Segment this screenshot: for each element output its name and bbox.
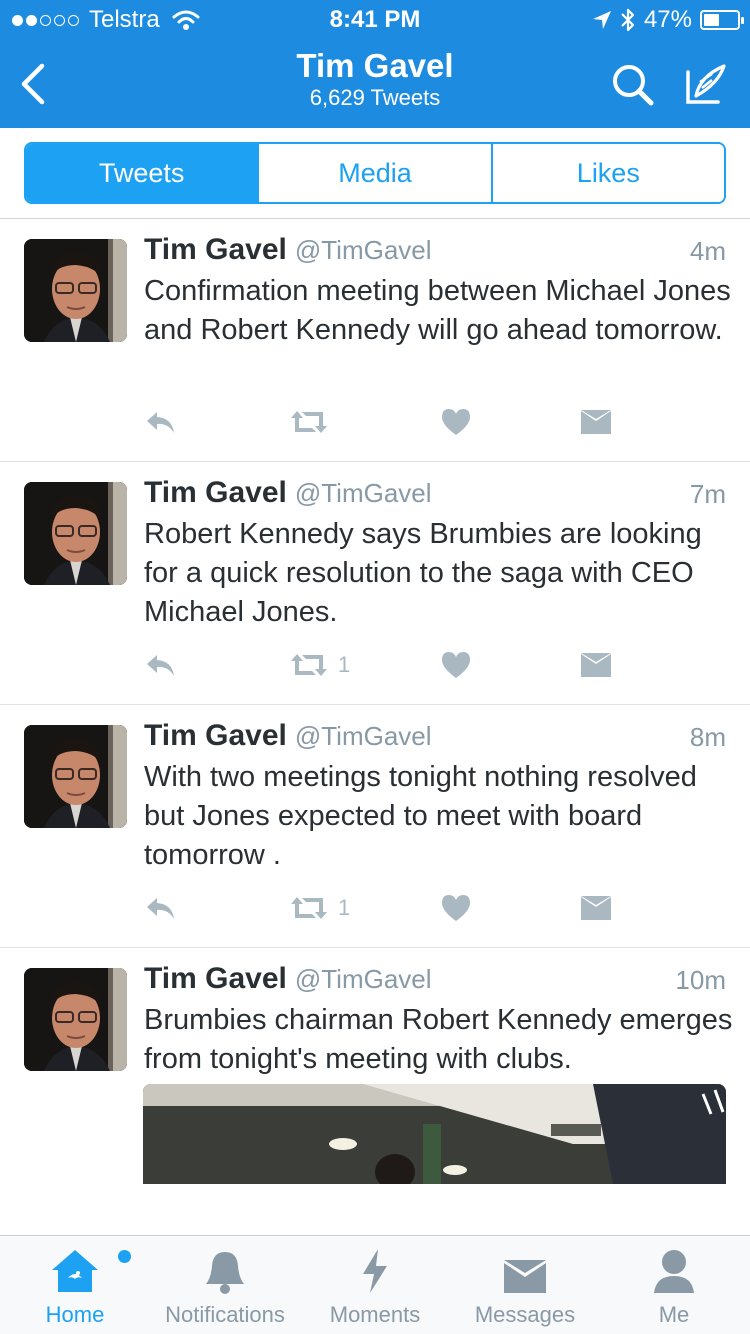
retweet-button[interactable]: 1: [288, 891, 350, 925]
retweet-icon: [291, 654, 327, 676]
tweet-header: Tim Gavel @TimGavel 4m: [144, 233, 726, 273]
avatar[interactable]: [24, 725, 127, 828]
tab-tweets[interactable]: Tweets: [26, 144, 258, 202]
lightning-icon: [363, 1249, 387, 1293]
tweet[interactable]: Tim Gavel @TimGavel 8m With two meetings …: [0, 705, 750, 948]
retweet-icon: [291, 411, 327, 433]
reply-button[interactable]: [144, 405, 176, 439]
heart-icon: [442, 652, 470, 678]
tweet-author-name[interactable]: Tim Gavel: [144, 476, 287, 509]
tweet-author-handle[interactable]: @TimGavel: [295, 478, 432, 508]
battery-icon: [700, 10, 744, 30]
battery-percent: 47%: [643, 6, 692, 33]
tweet-header: Tim Gavel @TimGavel 7m: [144, 476, 726, 516]
tweet[interactable]: Tim Gavel @TimGavel 10m Brumbies chairman…: [0, 948, 750, 1235]
tab-moments-label: Moments: [329, 1302, 421, 1327]
tab-messages-label: Messages: [474, 1302, 576, 1327]
direct-message-button[interactable]: [580, 891, 612, 925]
reply-button[interactable]: [144, 891, 176, 925]
retweet-icon: [291, 897, 327, 919]
tweet[interactable]: Tim Gavel @TimGavel 4m Confirmation meeti…: [0, 219, 750, 462]
tweet-author-handle[interactable]: @TimGavel: [295, 721, 432, 751]
tab-notifications[interactable]: Notifications: [152, 1236, 298, 1334]
profile-tabs: Tweets Media Likes: [24, 142, 726, 204]
tweet-author-name[interactable]: Tim Gavel: [144, 233, 287, 266]
avatar[interactable]: [24, 482, 127, 585]
status-bar: Telstra 8:41 PM 47%: [0, 0, 750, 40]
tweet-timestamp: 10m: [675, 965, 726, 995]
tweet-header: Tim Gavel @TimGavel 8m: [144, 719, 726, 759]
tweet-timeline[interactable]: Tim Gavel @TimGavel 4m Confirmation meeti…: [0, 219, 750, 1235]
new-content-indicator: [118, 1250, 131, 1263]
tweet-actions: 1: [144, 891, 624, 931]
header: Telstra 8:41 PM 47% Tim Gavel 6,629 Twee…: [0, 0, 750, 128]
tweet-actions: [144, 405, 624, 445]
bluetooth-icon: [621, 8, 635, 32]
tab-home[interactable]: Home: [22, 1236, 131, 1334]
tweet[interactable]: Tim Gavel @TimGavel 7m Robert Kennedy say…: [0, 462, 750, 705]
person-icon: [654, 1250, 694, 1293]
tab-me-label: Me: [658, 1302, 690, 1327]
tweet-timestamp: 8m: [689, 722, 726, 752]
direct-message-button[interactable]: [580, 405, 612, 439]
like-button[interactable]: [441, 891, 471, 925]
reply-icon: [147, 898, 174, 919]
tweet-timestamp: 4m: [689, 236, 726, 266]
tweet-author-handle[interactable]: @TimGavel: [295, 235, 432, 265]
tweet-author-name[interactable]: Tim Gavel: [144, 719, 287, 752]
tweet-text: Brumbies chairman Robert Kennedy emerges…: [144, 1004, 733, 1075]
tab-likes[interactable]: Likes: [490, 144, 724, 202]
tweet-photo[interactable]: [143, 1084, 726, 1184]
heart-icon: [442, 895, 470, 921]
tweet-actions: 1: [144, 648, 624, 688]
like-button[interactable]: [441, 405, 471, 439]
envelope-icon: [581, 653, 611, 677]
retweet-count: 1: [338, 652, 351, 677]
reply-button[interactable]: [144, 648, 176, 682]
location-arrow-icon: [592, 11, 611, 29]
tweet-text: Robert Kennedy says Brumbies are looking…: [144, 518, 702, 628]
envelope-icon: [581, 896, 611, 920]
direct-message-button[interactable]: [580, 648, 612, 682]
tweet-author-name[interactable]: Tim Gavel: [144, 962, 287, 995]
tab-me[interactable]: Me: [628, 1236, 720, 1334]
search-icon[interactable]: [610, 62, 656, 108]
avatar[interactable]: [24, 968, 127, 1071]
retweet-count: 1: [338, 895, 351, 920]
status-right: 47%: [592, 6, 744, 34]
tweet-author-handle[interactable]: @TimGavel: [295, 964, 432, 994]
heart-icon: [442, 409, 470, 435]
tweet-text: With two meetings tonight nothing resolv…: [144, 761, 697, 871]
compose-icon[interactable]: [682, 62, 728, 108]
home-icon: [52, 1250, 98, 1292]
tweet-timestamp: 7m: [689, 479, 726, 509]
retweet-button[interactable]: 1: [288, 648, 350, 682]
tab-moments[interactable]: Moments: [318, 1236, 432, 1334]
tweet-text: Confirmation meeting between Michael Jon…: [144, 275, 731, 346]
avatar[interactable]: [24, 239, 127, 342]
retweet-button[interactable]: [288, 405, 338, 439]
reply-icon: [147, 412, 174, 433]
tab-home-label: Home: [45, 1302, 105, 1327]
bell-icon: [206, 1252, 244, 1294]
envelope-icon: [504, 1260, 546, 1293]
tab-media[interactable]: Media: [257, 144, 491, 202]
tweet-header: Tim Gavel @TimGavel 10m: [144, 962, 726, 1002]
envelope-icon: [581, 410, 611, 434]
like-button[interactable]: [441, 648, 471, 682]
reply-icon: [147, 655, 174, 676]
tab-messages[interactable]: Messages: [462, 1236, 588, 1334]
tab-bar: Home Notifications Moments Messages Me: [0, 1235, 750, 1334]
tab-notifications-label: Notifications: [165, 1302, 285, 1327]
battery-fill: [704, 14, 719, 26]
